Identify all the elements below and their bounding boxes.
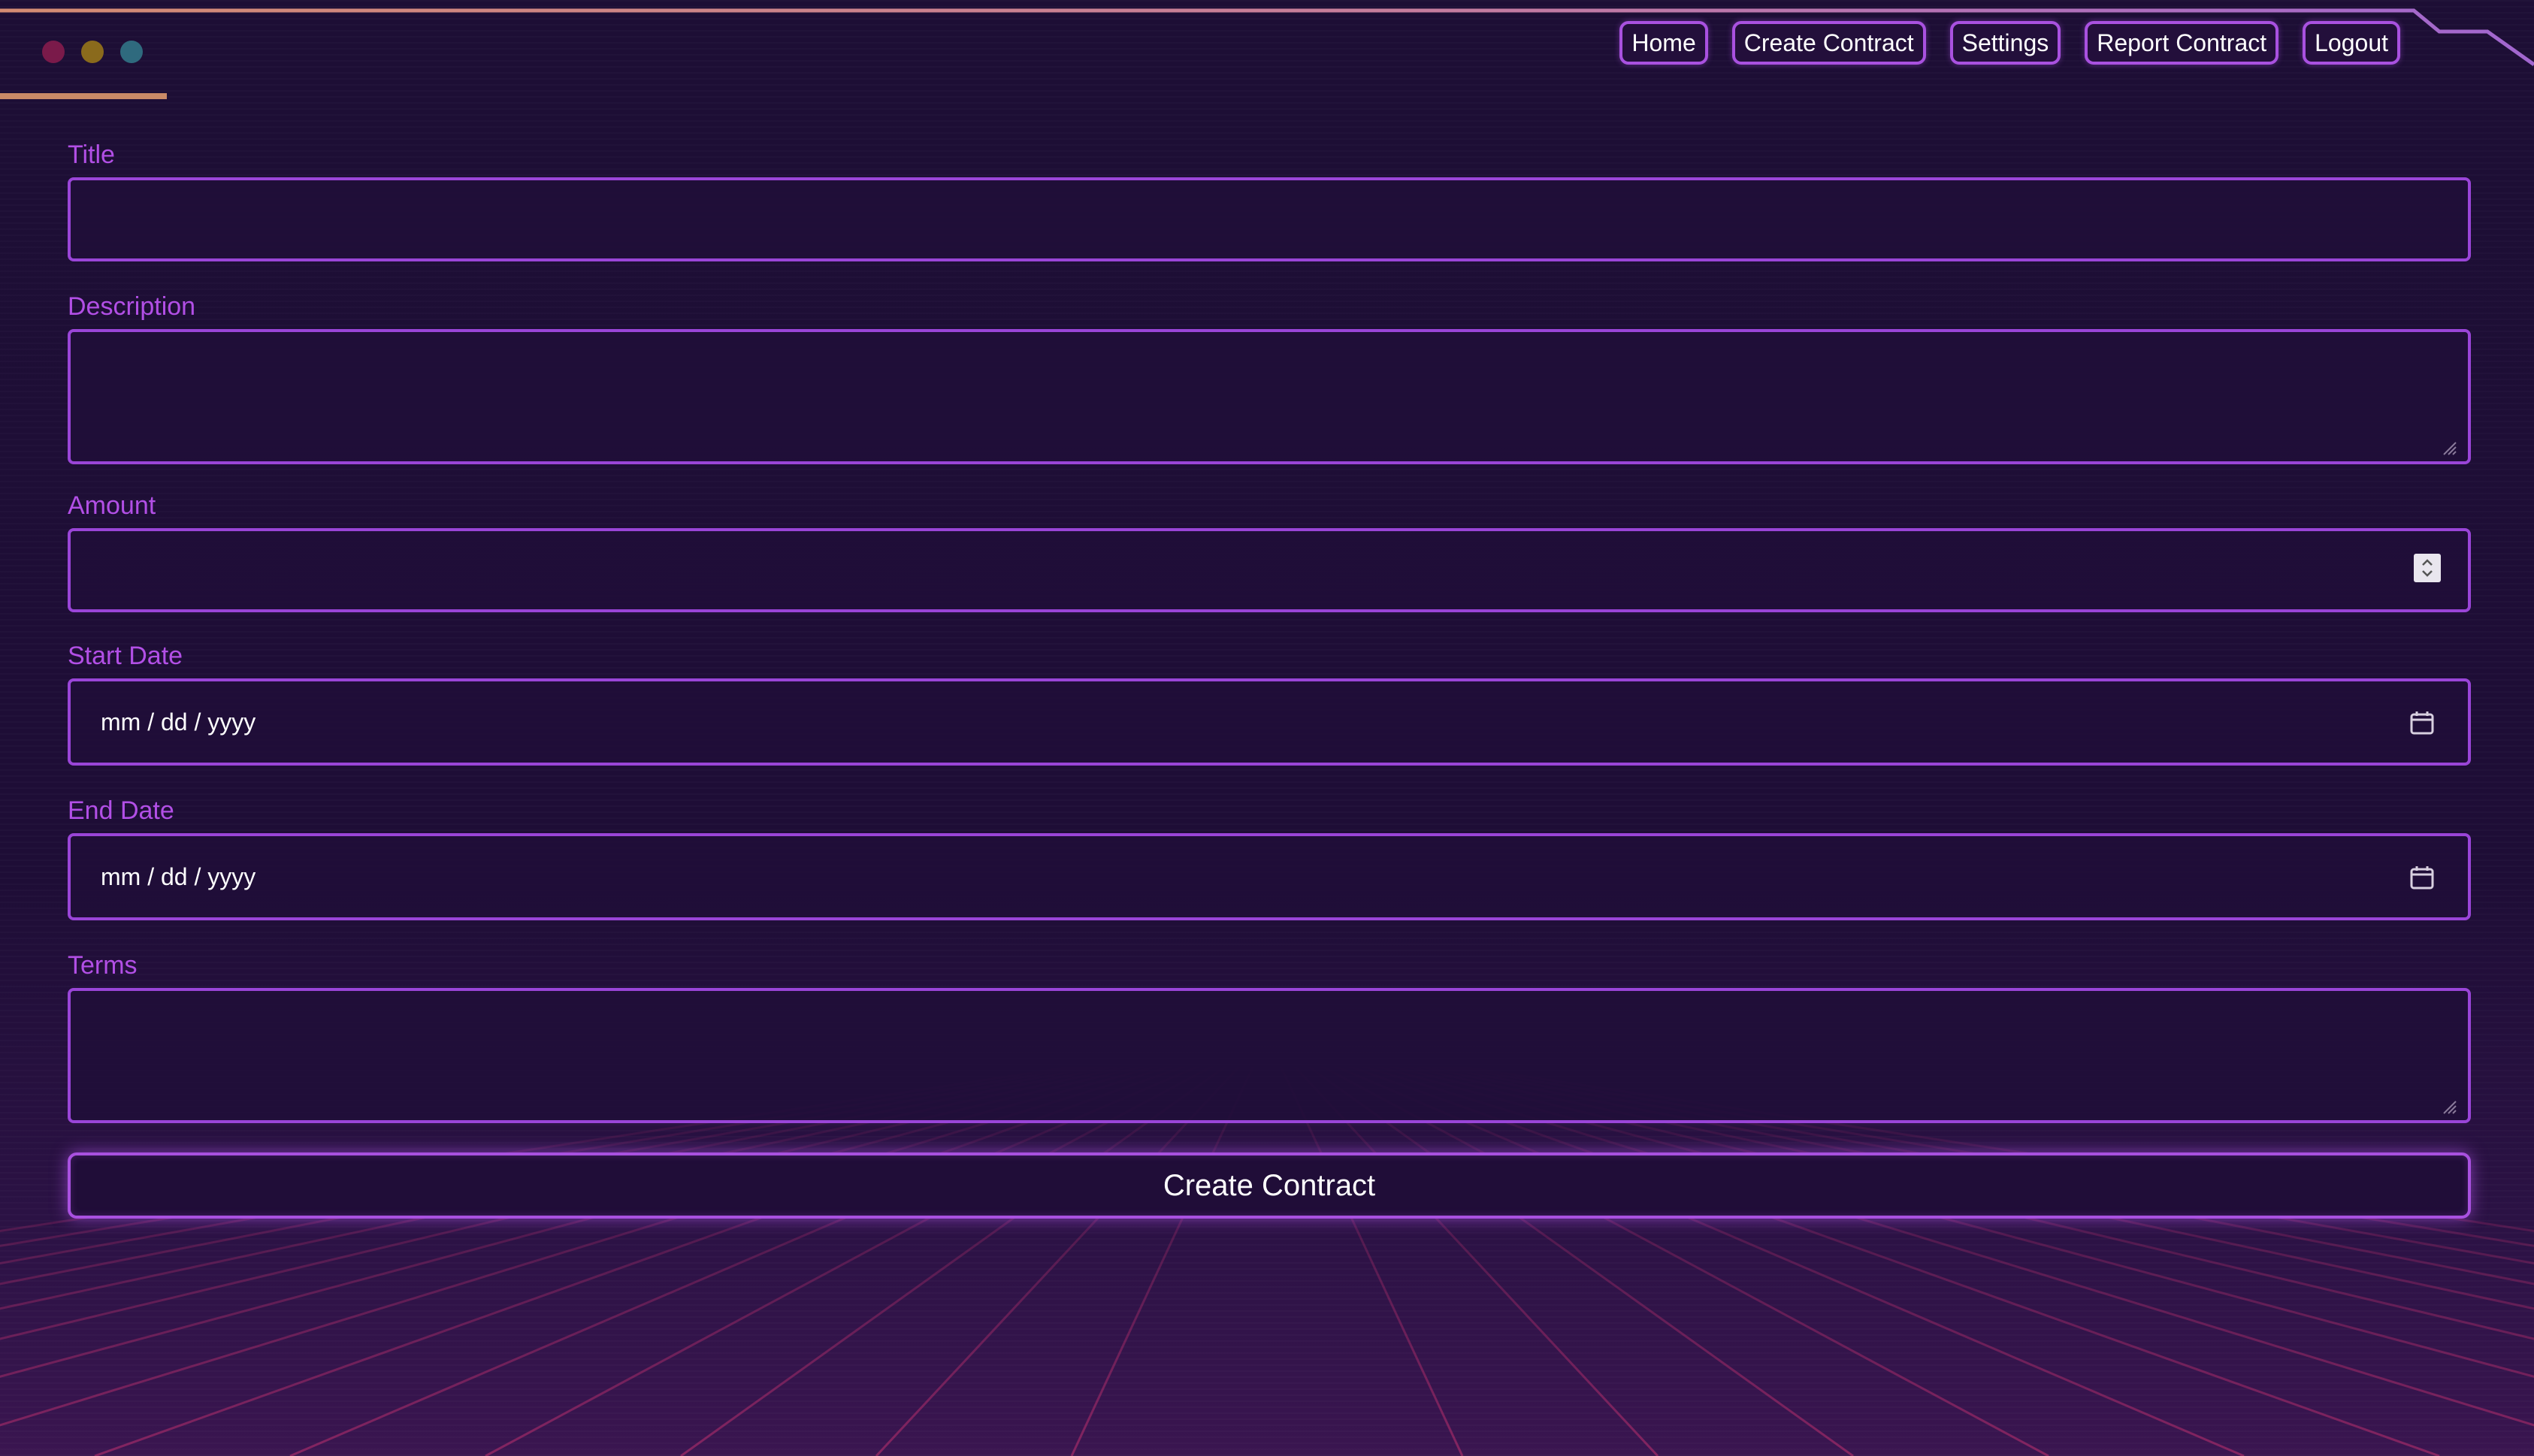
description-wrapper	[68, 329, 2471, 468]
amount-label: Amount	[68, 491, 156, 520]
create-contract-submit-button[interactable]: Create Contract	[68, 1152, 2471, 1219]
create-contract-form: Title Description Amount Start Date mm /…	[68, 140, 2471, 1127]
description-label: Description	[68, 292, 196, 321]
window-close-dot[interactable]	[42, 41, 65, 63]
resize-grip-icon[interactable]	[2441, 440, 2457, 456]
end-date-placeholder: mm / dd / yyyy	[101, 863, 256, 890]
title-input[interactable]	[68, 177, 2471, 261]
end-date-label: End Date	[68, 796, 174, 825]
window-minimize-dot[interactable]	[81, 41, 104, 63]
start-date-input[interactable]: mm / dd / yyyy	[68, 678, 2471, 766]
terms-textarea[interactable]	[68, 988, 2471, 1123]
nav-settings-button[interactable]: Settings	[1949, 21, 2061, 65]
nav-create-contract-button[interactable]: Create Contract	[1731, 21, 1926, 65]
window-maximize-dot[interactable]	[120, 41, 143, 63]
calendar-icon[interactable]	[2409, 710, 2435, 736]
page: Home Create Contract Settings Report Con…	[0, 0, 2534, 1456]
number-spinner-icon[interactable]	[2414, 554, 2441, 582]
top-nav: Home Create Contract Settings Report Con…	[1619, 21, 2400, 65]
terms-wrapper	[68, 988, 2471, 1127]
title-label: Title	[68, 140, 115, 169]
calendar-icon[interactable]	[2409, 865, 2435, 890]
amount-input[interactable]	[68, 528, 2471, 612]
terms-label: Terms	[68, 951, 138, 980]
description-textarea[interactable]	[68, 329, 2471, 464]
start-date-placeholder: mm / dd / yyyy	[101, 708, 256, 736]
start-date-label: Start Date	[68, 642, 183, 670]
end-date-input[interactable]: mm / dd / yyyy	[68, 833, 2471, 920]
nav-logout-button[interactable]: Logout	[2303, 21, 2400, 65]
amount-wrapper	[68, 528, 2471, 612]
nav-report-contract-button[interactable]: Report Contract	[2085, 21, 2279, 65]
resize-grip-icon[interactable]	[2441, 1098, 2457, 1115]
nav-home-button[interactable]: Home	[1619, 21, 1708, 65]
